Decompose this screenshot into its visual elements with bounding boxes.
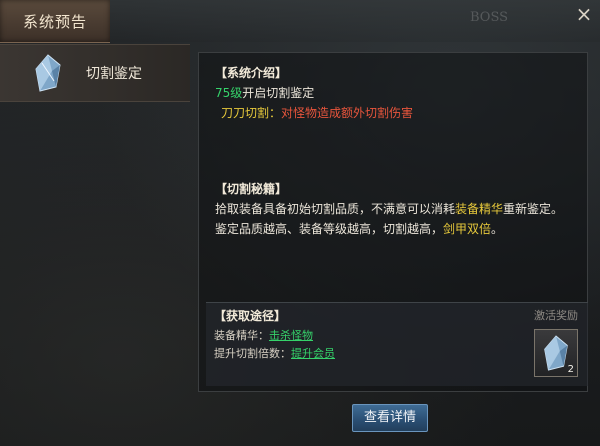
kill-monsters-link[interactable]: 击杀怪物 <box>269 329 313 342</box>
intro-level: 75级 <box>215 86 243 100</box>
title-tab-label: 系统预告 <box>22 12 87 31</box>
close-button[interactable]: × <box>574 4 594 24</box>
reward-title: 激活奖励 <box>534 309 578 322</box>
secret-line-1-b: 装备精华 <box>455 202 504 216</box>
sidebar-item-cut-identify[interactable]: 切割鉴定 <box>0 44 190 102</box>
secret-line-1-c: 重新鉴定。 <box>503 202 564 216</box>
gem-icon <box>35 54 61 92</box>
upgrade-vip-link[interactable]: 提升会员 <box>291 347 335 360</box>
secret-line-1-a: 拾取装备具备初始切割品质，不满意可以消耗 <box>215 202 456 216</box>
intro-feature-sep: ： <box>269 106 282 120</box>
secret-line-1: 拾取装备具备初始切割品质，不满意可以消耗装备精华重新鉴定。 <box>215 199 563 219</box>
header-bar <box>110 0 600 42</box>
secret-section: 【切割秘籍】 拾取装备具备初始切割品质，不满意可以消耗装备精华重新鉴定。 鉴定品… <box>215 179 563 239</box>
acquire-heading: 【获取途径】 <box>214 309 287 323</box>
intro-heading: 【系统介绍】 <box>215 66 288 80</box>
acquire-section: 【获取途径】 装备精华：击杀怪物 提升切割倍数：提升会员 激活奖励 2 <box>206 302 588 386</box>
secret-line-2-b: 剑甲双倍 <box>443 222 492 236</box>
sidebar-item-label: 切割鉴定 <box>86 66 142 82</box>
intro-section: 【系统介绍】 75级开启切割鉴定 刀刀切割：对怪物造成额外切割伤害 <box>215 63 413 123</box>
acquire-row-essence: 装备精华：击杀怪物 <box>214 327 313 343</box>
acquire-row-1-label: 装备精华： <box>214 329 269 342</box>
title-tab: 系统预告 <box>0 0 110 43</box>
secret-line-2-a: 鉴定品质越高、装备等级越高，切割越高， <box>215 222 444 236</box>
intro-level-suffix: 开启切割鉴定 <box>242 86 315 100</box>
view-details-button[interactable]: 查看详情 <box>352 404 428 432</box>
secret-line-2: 鉴定品质越高、装备等级越高，切割越高，剑甲双倍。 <box>215 219 563 239</box>
intro-feature-desc: 对怪物造成额外切割伤害 <box>281 106 414 120</box>
background-boss-text: BOSS <box>470 10 509 25</box>
acquire-row-2-label: 提升切割倍数： <box>214 347 291 360</box>
intro-feature-line: 刀刀切割：对怪物造成额外切割伤害 <box>215 103 413 123</box>
reward-count: 2 <box>567 364 574 375</box>
secret-line-2-c: 。 <box>491 222 504 236</box>
intro-feature-name: 刀刀切割 <box>221 106 270 120</box>
acquire-row-multiplier: 提升切割倍数：提升会员 <box>214 345 335 361</box>
reward-item-slot[interactable]: 2 <box>534 329 578 377</box>
secret-heading: 【切割秘籍】 <box>215 182 288 196</box>
intro-level-line: 75级开启切割鉴定 <box>215 83 413 103</box>
close-icon: × <box>575 2 593 26</box>
